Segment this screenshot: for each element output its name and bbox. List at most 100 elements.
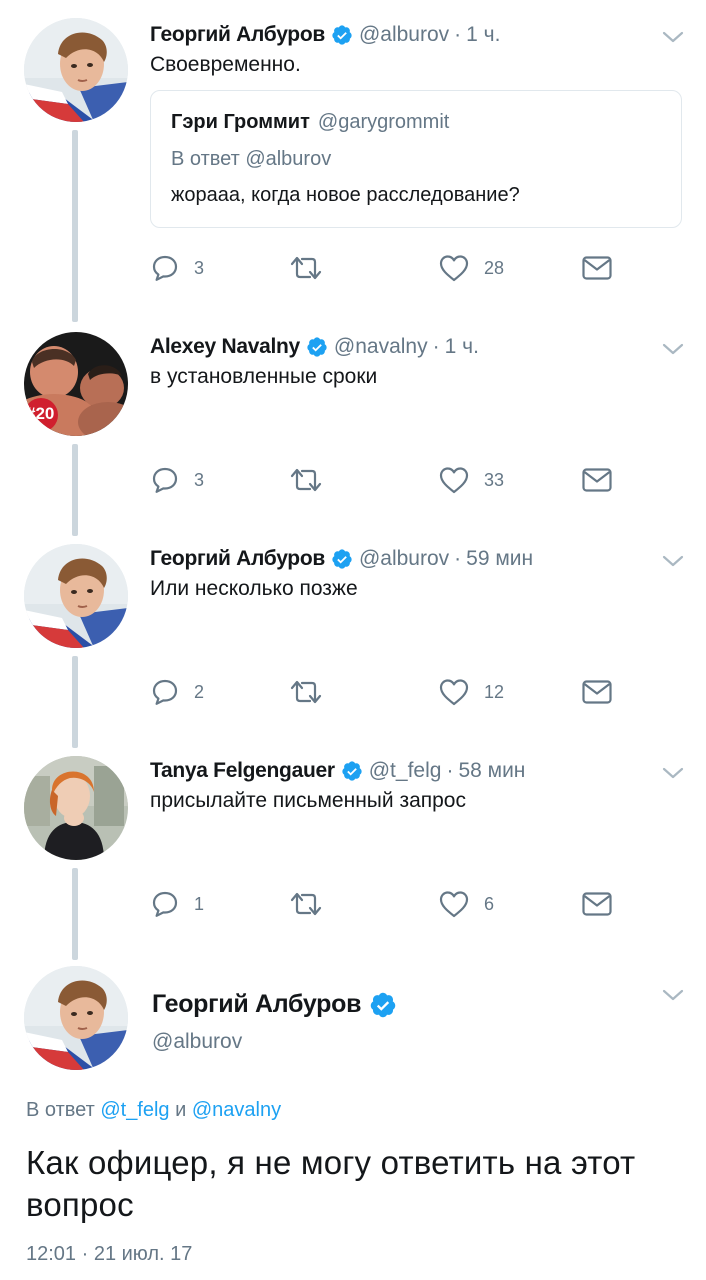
- like-count: 33: [484, 469, 505, 490]
- focused-user-name-row[interactable]: Георгий Албуров: [152, 990, 403, 1019]
- tweet[interactable]: Георгий Албуров @alburov · 1 ч. Своеврем…: [0, 18, 706, 308]
- retweet-icon: [288, 253, 324, 283]
- heart-icon: [438, 889, 470, 919]
- reply-button[interactable]: 1: [150, 887, 204, 921]
- retweet-icon: [288, 465, 324, 495]
- verified-badge-icon: [331, 548, 353, 570]
- reply-icon: [150, 253, 180, 283]
- quoted-text: жорааа, когда новое расследование?: [171, 184, 520, 206]
- tweet-text: Или несколько позже: [150, 577, 358, 600]
- like-count: 12: [484, 681, 505, 702]
- reply-prefix: В ответ: [26, 1099, 95, 1121]
- heart-icon: [438, 465, 470, 495]
- reply-button[interactable]: 3: [150, 251, 204, 285]
- envelope-icon: [581, 890, 613, 918]
- avatar[interactable]: #20: [24, 332, 128, 436]
- like-button[interactable]: 6: [438, 887, 494, 921]
- separator-dot: ·: [432, 335, 440, 358]
- user-name[interactable]: Alexey Navalny: [150, 335, 300, 359]
- like-count: 6: [484, 893, 495, 914]
- avatar[interactable]: [24, 966, 128, 1070]
- tweet-header: Георгий Албуров @alburov · 1 ч.: [150, 20, 500, 50]
- verified-badge-icon: [341, 760, 363, 782]
- reply-count: 2: [194, 681, 205, 702]
- reply-icon: [150, 677, 180, 707]
- separator-dot: ·: [446, 759, 454, 782]
- user-handle[interactable]: @alburov: [359, 547, 449, 571]
- user-name[interactable]: Tanya Felgengauer: [150, 759, 335, 783]
- reply-count: 3: [194, 469, 205, 490]
- reply-button[interactable]: 3: [150, 463, 204, 497]
- verified-badge-icon: [306, 336, 328, 358]
- user-handle[interactable]: @navalny: [334, 335, 428, 359]
- chevron-down-icon[interactable]: [662, 988, 684, 1002]
- tweet-time[interactable]: 58 мин: [458, 759, 525, 783]
- avatar[interactable]: [24, 18, 128, 122]
- retweet-icon: [288, 889, 324, 919]
- like-count: 28: [484, 257, 505, 278]
- reply-to-line: В ответ @t_felg и @navalny: [26, 1099, 281, 1122]
- user-name[interactable]: Георгий Албуров: [150, 23, 325, 47]
- reply-conjunction: и: [175, 1099, 187, 1121]
- user-name[interactable]: Георгий Албуров: [152, 990, 361, 1019]
- tweet-actions: 3 28: [150, 251, 630, 285]
- like-button[interactable]: 28: [438, 251, 504, 285]
- tweet-header: Георгий Албуров @alburov · 59 мин: [150, 544, 533, 574]
- reply-button[interactable]: 2: [150, 675, 204, 709]
- tweet-time[interactable]: 1 ч.: [466, 23, 500, 47]
- tweet-text: Как офицер, я не могу ответить на этот в…: [26, 1144, 636, 1223]
- quoted-user-name: Гэри Громмит: [171, 111, 310, 133]
- chevron-down-icon[interactable]: [662, 30, 684, 44]
- quoted-user-handle: @garygrommit: [317, 111, 450, 133]
- retweet-button[interactable]: [288, 887, 324, 921]
- tweet[interactable]: Георгий Албуров @alburov · 59 мин Или не…: [0, 542, 706, 722]
- like-button[interactable]: 33: [438, 463, 504, 497]
- user-name[interactable]: Георгий Албуров: [150, 547, 325, 571]
- chevron-down-icon[interactable]: [662, 554, 684, 568]
- tweet[interactable]: Tanya Felgengauer @t_felg · 58 мин присы…: [0, 754, 706, 934]
- reply-icon: [150, 889, 180, 919]
- separator-dot: ·: [454, 23, 462, 46]
- reply-count: 3: [194, 257, 205, 278]
- chevron-down-icon[interactable]: [662, 766, 684, 780]
- quoted-reply-to: В ответ @alburov: [171, 148, 332, 170]
- tweet-timestamp[interactable]: 12:01 · 21 июл. 17: [26, 1243, 192, 1266]
- tweet-text: Своевременно.: [150, 53, 301, 76]
- user-handle[interactable]: @alburov: [152, 1030, 242, 1054]
- heart-icon: [438, 253, 470, 283]
- tweet[interactable]: #20 Alexey Navalny @navalny · 1 ч. в уст…: [0, 330, 706, 510]
- mention-link[interactable]: @navalny: [192, 1099, 281, 1121]
- avatar[interactable]: [24, 544, 128, 648]
- dm-button[interactable]: [581, 887, 613, 921]
- dm-button[interactable]: [581, 675, 613, 709]
- tweet-header: Alexey Navalny @navalny · 1 ч.: [150, 332, 479, 362]
- user-handle[interactable]: @alburov: [359, 23, 449, 47]
- dm-button[interactable]: [581, 251, 613, 285]
- tweet-header: Tanya Felgengauer @t_felg · 58 мин: [150, 756, 525, 786]
- quoted-tweet[interactable]: Гэри Громмит @garygrommit В ответ @alburo…: [150, 90, 682, 228]
- chevron-down-icon[interactable]: [662, 342, 684, 356]
- tweet-time[interactable]: 1 ч.: [445, 335, 479, 359]
- avatar-badge: #20: [26, 404, 55, 423]
- avatar[interactable]: [24, 756, 128, 860]
- heart-icon: [438, 677, 470, 707]
- tweet-text: в установленные сроки: [150, 365, 378, 388]
- envelope-icon: [581, 678, 613, 706]
- like-button[interactable]: 12: [438, 675, 504, 709]
- user-handle[interactable]: @t_felg: [369, 759, 442, 783]
- mention-link[interactable]: @t_felg: [100, 1099, 169, 1121]
- retweet-button[interactable]: [288, 251, 324, 285]
- tweet-actions: 1 6: [150, 887, 630, 921]
- dm-button[interactable]: [581, 463, 613, 497]
- envelope-icon: [581, 466, 613, 494]
- tweet-time[interactable]: 59 мин: [466, 547, 533, 571]
- tweet-actions: 3 33: [150, 463, 630, 497]
- retweet-button[interactable]: [288, 675, 324, 709]
- envelope-icon: [581, 254, 613, 282]
- reply-icon: [150, 465, 180, 495]
- retweet-button[interactable]: [288, 463, 324, 497]
- reply-count: 1: [194, 893, 205, 914]
- tweet-text: присылайте письменный запрос: [150, 789, 466, 812]
- verified-badge-icon: [369, 991, 397, 1019]
- verified-badge-icon: [331, 24, 353, 46]
